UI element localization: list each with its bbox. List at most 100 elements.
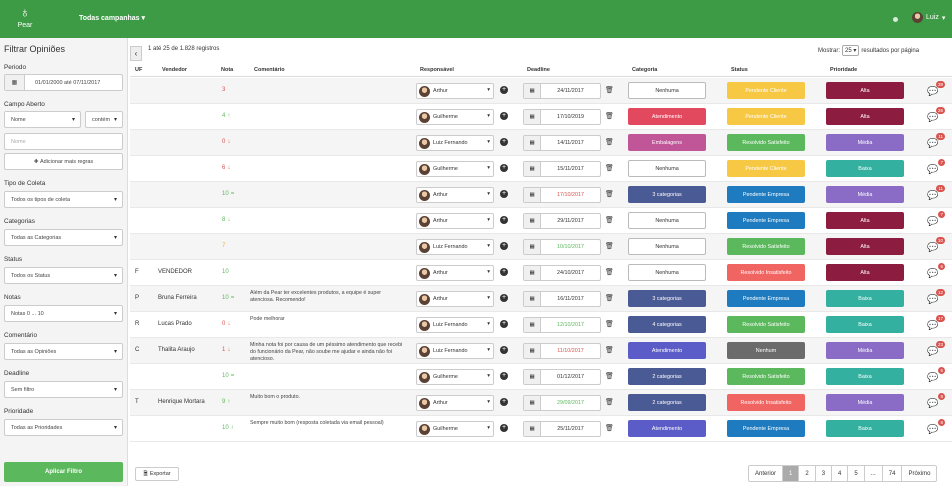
chat-icon[interactable]: 💬 12 — [927, 289, 945, 307]
category-badge[interactable]: 2 categorias — [628, 368, 706, 385]
status-badge[interactable]: Pendente Empresa — [727, 290, 805, 307]
priority-badge[interactable]: Alta — [826, 108, 904, 125]
add-responsible-icon[interactable]: + — [500, 398, 508, 406]
priority-badge[interactable]: Baixa — [826, 368, 904, 385]
priority-badge[interactable]: Alta — [826, 238, 904, 255]
add-rule-button[interactable]: ✚ Adicionar mais regras — [4, 153, 123, 170]
add-responsible-icon[interactable]: + — [500, 86, 508, 94]
pager-item[interactable]: Próximo — [902, 466, 936, 481]
apply-filter-button[interactable]: Aplicar Filtro — [4, 462, 123, 482]
status-badge[interactable]: Pendente Empresa — [727, 212, 805, 229]
trash-icon[interactable]: 🗑 — [605, 294, 614, 302]
deadline-picker[interactable]: ▦ 15/11/2017 — [523, 161, 601, 177]
priority-badge[interactable]: Baixa — [826, 420, 904, 437]
deadline-select[interactable]: Sem filtro — [4, 381, 123, 398]
deadline-picker[interactable]: ▦ 29/09/2017 — [523, 395, 601, 411]
responsavel-select[interactable]: Arthur ▾ — [416, 265, 494, 281]
deadline-picker[interactable]: ▦ 24/11/2017 — [523, 83, 601, 99]
tipo-select[interactable]: Todos os tipos de coleta — [4, 191, 123, 208]
comentario-select[interactable]: Todas as Opiniões — [4, 343, 123, 360]
trash-icon[interactable]: 🗑 — [605, 268, 614, 276]
status-select[interactable]: Todos os Status — [4, 267, 123, 284]
responsavel-select[interactable]: Luiz Fernando ▾ — [416, 135, 494, 151]
trash-icon[interactable]: 🗑 — [605, 320, 614, 328]
deadline-picker[interactable]: ▦ 16/11/2017 — [523, 291, 601, 307]
trash-icon[interactable]: 🗑 — [605, 346, 614, 354]
category-badge[interactable]: Atendimento — [628, 420, 706, 437]
chat-icon[interactable]: 💬 39 — [927, 81, 945, 99]
responsavel-select[interactable]: Guilherme ▾ — [416, 421, 494, 437]
trash-icon[interactable]: 🗑 — [605, 424, 614, 432]
page-size-select[interactable]: 25 ▾ — [842, 45, 860, 56]
trash-icon[interactable]: 🗑 — [605, 242, 614, 250]
add-responsible-icon[interactable]: + — [500, 216, 508, 224]
status-badge[interactable]: Pendente Cliente — [727, 108, 805, 125]
trash-icon[interactable]: 🗑 — [605, 138, 614, 146]
add-responsible-icon[interactable]: + — [500, 424, 508, 432]
priority-badge[interactable]: Alta — [826, 82, 904, 99]
chat-icon[interactable]: 💬 8 — [927, 419, 945, 437]
responsavel-select[interactable]: Luiz Fernando ▾ — [416, 239, 494, 255]
chat-icon[interactable]: 💬 8 — [927, 393, 945, 411]
trash-icon[interactable]: 🗑 — [605, 216, 614, 224]
col-vendedor[interactable]: Vendedor — [162, 67, 187, 73]
col-comentario[interactable]: Comentário — [254, 67, 285, 73]
category-badge[interactable]: Nenhuma — [628, 238, 706, 255]
chat-icon[interactable]: 💬 26 — [927, 107, 945, 125]
status-badge[interactable]: Pendente Empresa — [727, 420, 805, 437]
pager-item[interactable]: 2 — [799, 466, 816, 481]
responsavel-select[interactable]: Arthur ▾ — [416, 291, 494, 307]
col-nota[interactable]: Nota — [221, 67, 233, 73]
trash-icon[interactable]: 🗑 — [605, 112, 614, 120]
trash-icon[interactable]: 🗑 — [605, 86, 614, 94]
add-responsible-icon[interactable]: + — [500, 164, 508, 172]
status-badge[interactable]: Resolvido Insatisfeito — [727, 394, 805, 411]
status-badge[interactable]: Resolvido Satisfeito — [727, 134, 805, 151]
export-button[interactable]: 🗎 Exportar — [135, 467, 179, 481]
category-badge[interactable]: Atendimento — [628, 342, 706, 359]
add-responsible-icon[interactable]: + — [500, 268, 508, 276]
category-badge[interactable]: 4 categorias — [628, 316, 706, 333]
priority-badge[interactable]: Baixa — [826, 160, 904, 177]
col-deadline[interactable]: Deadline — [527, 67, 550, 73]
trash-icon[interactable]: 🗑 — [605, 164, 614, 172]
category-badge[interactable]: Nenhuma — [628, 264, 706, 281]
pager-item[interactable]: 4 — [832, 466, 849, 481]
add-responsible-icon[interactable]: + — [500, 190, 508, 198]
responsavel-select[interactable]: Guilherme ▾ — [416, 109, 494, 125]
priority-badge[interactable]: Baixa — [826, 316, 904, 333]
categorias-select[interactable]: Todas as Categorias — [4, 229, 123, 246]
trash-icon[interactable]: 🗑 — [605, 190, 614, 198]
add-responsible-icon[interactable]: + — [500, 294, 508, 302]
pager-item[interactable]: 1 — [783, 466, 800, 481]
chat-icon[interactable]: 💬 7 — [927, 159, 945, 177]
deadline-picker[interactable]: ▦ 29/11/2017 — [523, 213, 601, 229]
responsavel-select[interactable]: Luiz Fernando ▾ — [416, 317, 494, 333]
col-responsavel[interactable]: Responsável — [420, 67, 454, 73]
trash-icon[interactable]: 🗑 — [605, 398, 614, 406]
campo-operator-select[interactable]: contém — [85, 111, 123, 128]
category-badge[interactable]: Embalagens — [628, 134, 706, 151]
campo-value-input[interactable]: Nome — [4, 133, 123, 150]
responsavel-select[interactable]: Guilherme ▾ — [416, 369, 494, 385]
chat-icon[interactable]: 💬 5 — [927, 367, 945, 385]
col-prioridade[interactable]: Prioridade — [830, 67, 857, 73]
category-badge[interactable]: 3 categorias — [628, 290, 706, 307]
chat-icon[interactable]: 💬 11 — [927, 133, 945, 151]
campaigns-dropdown[interactable]: Todas campanhas ▾ — [79, 14, 145, 22]
status-badge[interactable]: Resolvido Insatisfeito — [727, 264, 805, 281]
priority-badge[interactable]: Alta — [826, 264, 904, 281]
priority-badge[interactable]: Média — [826, 342, 904, 359]
deadline-picker[interactable]: ▦ 11/10/2017 — [523, 343, 601, 359]
status-badge[interactable]: Pendente Cliente — [727, 160, 805, 177]
pager-item[interactable]: ... — [865, 466, 883, 481]
pear-logo[interactable]: ♁ Pear — [11, 4, 39, 34]
priority-badge[interactable]: Média — [826, 394, 904, 411]
status-badge[interactable]: Resolvido Satisfeito — [727, 368, 805, 385]
responsavel-select[interactable]: Arthur ▾ — [416, 213, 494, 229]
chat-icon[interactable]: 💬 23 — [927, 341, 945, 359]
col-uf[interactable]: UF — [135, 67, 142, 73]
priority-badge[interactable]: Média — [826, 134, 904, 151]
deadline-picker[interactable]: ▦ 12/10/2017 — [523, 317, 601, 333]
deadline-picker[interactable]: ▦ 25/11/2017 — [523, 421, 601, 437]
